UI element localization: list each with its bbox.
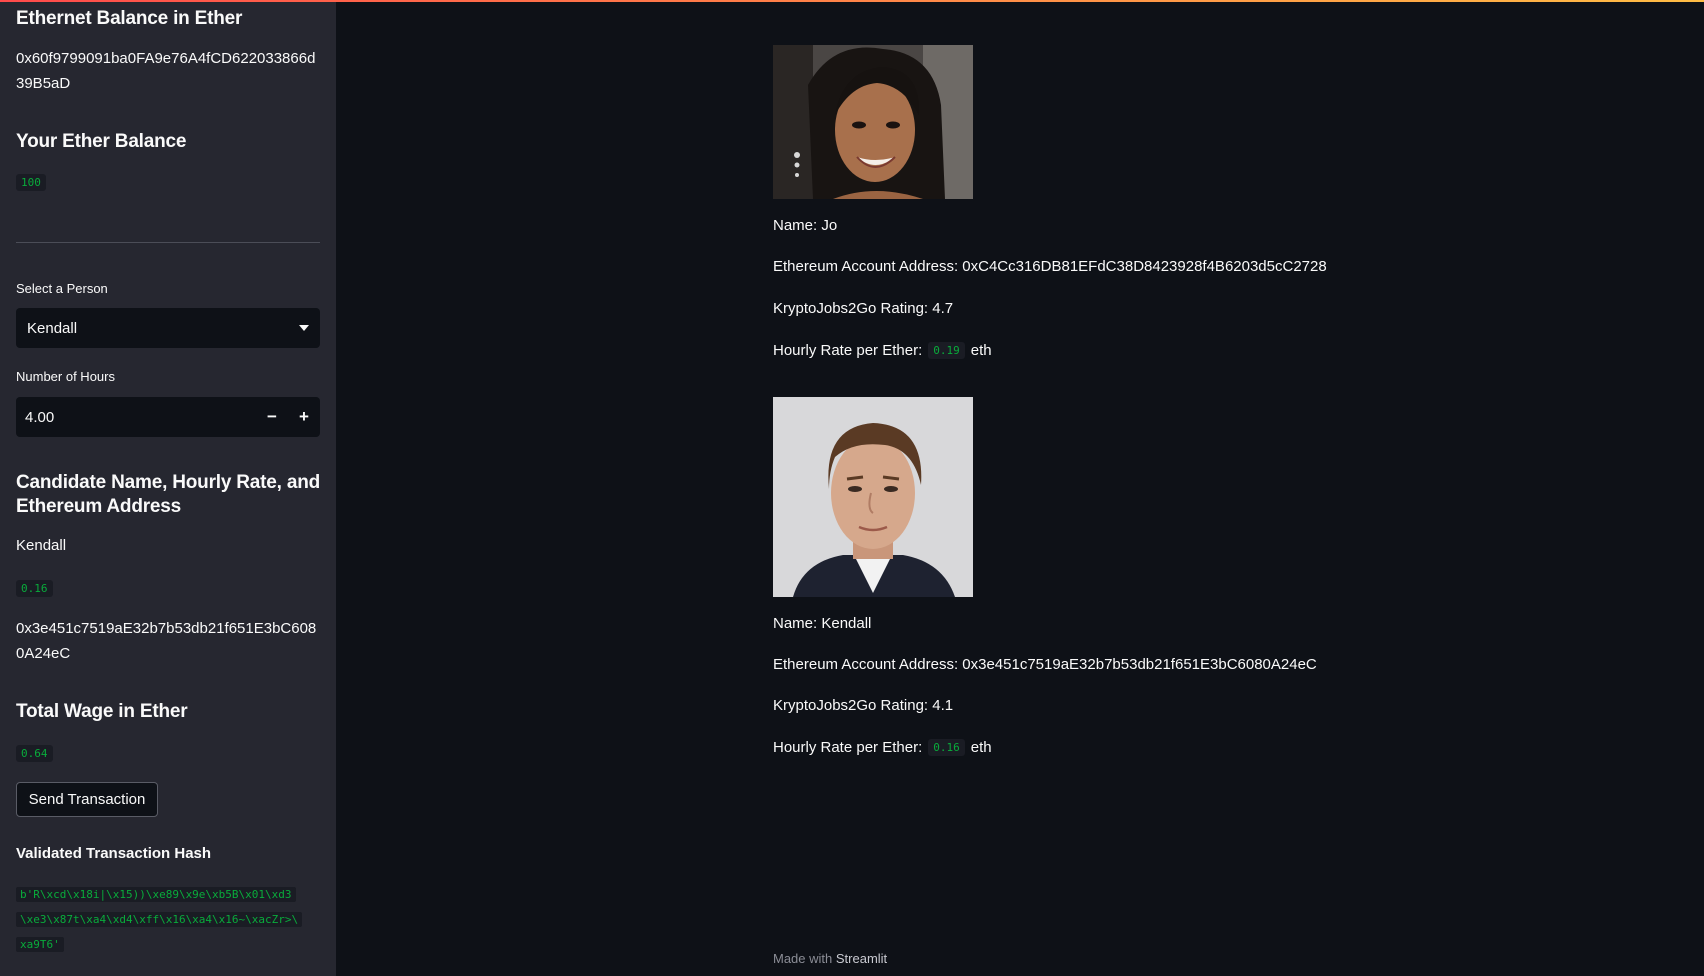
candidate-name-line: Name: Kendall (773, 615, 872, 632)
hours-number-input: − + (16, 397, 320, 437)
main-content: Name: Jo Ethereum Account Address: 0xC4C… (336, 0, 1704, 976)
account-address: 0x60f9799091ba0FA9e76A4fCD622033866d39B5… (16, 50, 316, 92)
sidebar-divider (16, 242, 320, 243)
rate-suffix: eth (970, 739, 992, 756)
candidate-rate-line: Hourly Rate per Ether: 0.16 eth (773, 739, 992, 756)
candidate-rate-line: Hourly Rate per Ether: 0.19 eth (773, 342, 992, 359)
total-wage-value: 0.64 (16, 745, 53, 762)
select-person-label: Select a Person (16, 281, 108, 296)
send-transaction-button[interactable]: Send Transaction (16, 782, 158, 817)
rate-prefix: Hourly Rate per Ether: (773, 342, 923, 359)
rate-value: 0.16 (928, 739, 965, 756)
footer: Made with Streamlit (773, 951, 887, 966)
select-person-dropdown[interactable]: Kendall (16, 308, 320, 348)
streamlit-link[interactable]: Streamlit (836, 951, 887, 966)
candidate-name: Kendall (16, 537, 67, 554)
candidate-rating-line: KryptoJobs2Go Rating: 4.7 (773, 300, 954, 317)
candidate-card: Name: Kendall Ethereum Account Address: … (773, 397, 1533, 756)
hash-line: b'R\xcd\x18i|\x15))\xe89\x9e\xb5B\x01\xd… (16, 887, 296, 902)
chevron-down-icon (299, 325, 309, 331)
your-balance-value: 100 (16, 174, 46, 191)
hash-heading: Validated Transaction Hash (16, 845, 212, 862)
candidate-address: 0x3e451c7519aE32b7b53db21f651E3bC6080A24… (16, 620, 317, 662)
select-person-value: Kendall (27, 319, 78, 337)
candidate-rating-line: KryptoJobs2Go Rating: 4.1 (773, 697, 954, 714)
candidate-rate: 0.16 (16, 580, 53, 597)
increment-button[interactable]: + (288, 397, 320, 437)
footer-prefix: Made with (773, 951, 833, 966)
total-wage-heading: Total Wage in Ether (16, 701, 188, 722)
rate-prefix: Hourly Rate per Ether: (773, 739, 923, 756)
hash-line: \xe3\x87t\xa4\xd4\xff\x16\xa4\x16~\xacZr… (16, 912, 303, 927)
candidate-photo (773, 45, 973, 199)
hash-line: xa9T6' (16, 937, 64, 952)
hours-input[interactable] (16, 397, 256, 437)
candidate-address-line: Ethereum Account Address: 0x3e451c7519aE… (773, 656, 1317, 673)
transaction-hash: b'R\xcd\x18i|\x15))\xe89\x9e\xb5B\x01\xd… (16, 882, 322, 957)
hours-label: Number of Hours (16, 369, 115, 384)
candidate-heading: Candidate Name, Hourly Rate, and Ethereu… (16, 472, 321, 517)
rate-suffix: eth (970, 342, 992, 359)
decrement-button[interactable]: − (256, 397, 288, 437)
candidate-address-line: Ethereum Account Address: 0xC4Cc316DB81E… (773, 258, 1327, 275)
app-decoration-bar (0, 0, 1704, 2)
candidate-card: Name: Jo Ethereum Account Address: 0xC4C… (773, 45, 1533, 359)
candidate-name-line: Name: Jo (773, 217, 838, 234)
sidebar: Ethernet Balance in Ether 0x60f9799091ba… (0, 0, 336, 976)
candidate-photo (773, 397, 973, 597)
balance-heading: Ethernet Balance in Ether (16, 8, 243, 29)
rate-value: 0.19 (928, 342, 965, 359)
your-balance-heading: Your Ether Balance (16, 131, 187, 152)
